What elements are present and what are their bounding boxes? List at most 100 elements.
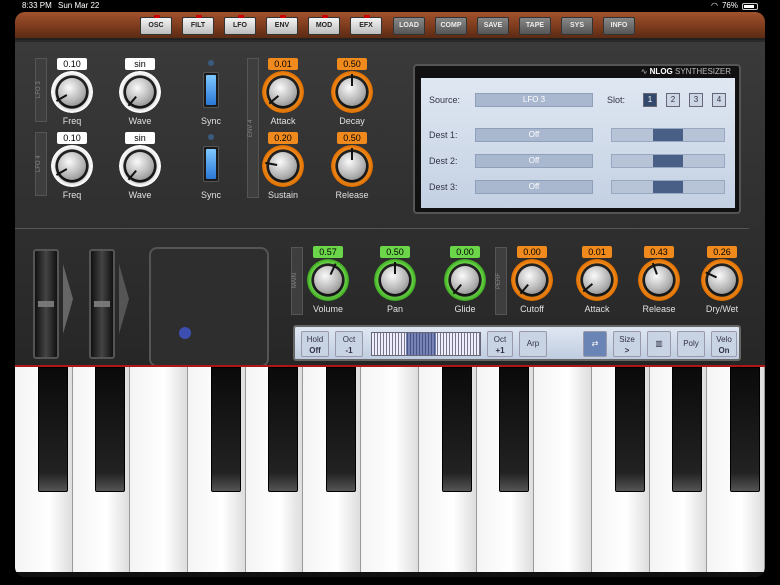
lfo4-sync-switch[interactable] — [203, 146, 219, 182]
drywet-label: Dry/Wet — [705, 304, 739, 314]
env4-attack-knob[interactable] — [262, 71, 304, 113]
env4-sustain-knob[interactable] — [262, 145, 304, 187]
swap-icon[interactable]: ⇄ — [583, 331, 607, 357]
dest-1-select[interactable]: Off — [475, 128, 593, 142]
tab-efx[interactable]: EFX — [350, 15, 382, 35]
black-key[interactable] — [614, 367, 645, 492]
battery-percent: 76% — [721, 1, 738, 10]
tab-osc[interactable]: OSC — [140, 15, 172, 35]
source-select[interactable]: LFO 3 — [475, 93, 593, 107]
perf-attack-value: 0.01 — [582, 246, 612, 258]
dest-2-amount[interactable] — [611, 154, 725, 168]
size-button[interactable]: Size > — [613, 331, 641, 357]
lfo3-label: LFO 3 — [35, 58, 47, 122]
octave-up-button[interactable]: Oct +1 — [487, 331, 513, 357]
mod-wheel[interactable] — [89, 249, 115, 359]
drywet-value: 0.26 — [707, 246, 737, 258]
perf-attack-knob[interactable] — [576, 259, 618, 301]
pan-knob[interactable] — [374, 259, 416, 301]
dest-1-amount[interactable] — [611, 128, 725, 142]
slot-1-button[interactable]: 1 — [643, 93, 657, 107]
perf-attack-label: Attack — [584, 304, 610, 314]
lfo3-sync-switch[interactable] — [203, 72, 219, 108]
drywet-knob[interactable] — [701, 259, 743, 301]
black-key[interactable] — [37, 367, 68, 492]
lfo4-freq-knob[interactable] — [51, 145, 93, 187]
keyboard-range-slider[interactable] — [371, 332, 481, 356]
lfo4-wave-knob[interactable] — [119, 145, 161, 187]
lfo4-wave-value: sin — [125, 132, 155, 144]
env4-sustain-label: Sustain — [267, 190, 299, 200]
black-key[interactable] — [730, 367, 760, 492]
section-divider — [15, 228, 749, 229]
slot-4-button[interactable]: 4 — [712, 93, 726, 107]
black-key[interactable] — [210, 367, 241, 492]
lfo4-freq-value: 0.10 — [57, 132, 87, 144]
cutoff-knob[interactable] — [511, 259, 553, 301]
dest-3-select[interactable]: Off — [475, 180, 593, 194]
env4-decay-knob[interactable] — [331, 71, 373, 113]
piano-keyboard — [15, 367, 765, 577]
glide-knob[interactable] — [444, 259, 486, 301]
slot-3-button[interactable]: 3 — [689, 93, 703, 107]
lfo3-wave-knob[interactable] — [119, 71, 161, 113]
xy-pad-cursor[interactable] — [179, 327, 191, 339]
mod-matrix-screen: ∿ NLOG SYNTHESIZER Source: LFO 3 Slot: 1… — [413, 64, 741, 214]
top-toolbar: OSC FILT LFO ENV MOD EFX LOAD COMP SAVE … — [15, 12, 765, 40]
volume-knob[interactable] — [307, 259, 349, 301]
black-key[interactable] — [326, 367, 357, 492]
cutoff-value: 0.00 — [517, 246, 547, 258]
black-key[interactable] — [268, 367, 299, 492]
perf-release-knob[interactable] — [638, 259, 680, 301]
poly-button[interactable]: Poly — [677, 331, 705, 357]
info-button[interactable]: INFO — [603, 17, 635, 35]
dest-2-select[interactable]: Off — [475, 154, 593, 168]
status-date: Sun Mar 22 — [58, 1, 100, 10]
keyboard-icon[interactable]: ▥ — [647, 331, 671, 357]
pitch-wheel[interactable] — [33, 249, 59, 359]
synth-logo: ∿ NLOG SYNTHESIZER — [640, 67, 731, 76]
hold-button[interactable]: Hold Off — [301, 331, 329, 357]
slot-2-button[interactable]: 2 — [666, 93, 680, 107]
status-bar: 8:33 PM Sun Mar 22 ◠ 76% — [0, 0, 780, 12]
env4-decay-value: 0.50 — [337, 58, 367, 70]
arp-button[interactable]: Arp — [519, 331, 547, 357]
pan-value: 0.50 — [380, 246, 410, 258]
comp-button[interactable]: COMP — [435, 17, 467, 35]
velo-button[interactable]: Velo On — [711, 331, 737, 357]
black-key[interactable] — [95, 367, 126, 492]
black-key[interactable] — [672, 367, 703, 492]
black-key[interactable] — [441, 367, 472, 492]
tab-mod[interactable]: MOD — [308, 15, 340, 35]
tab-env[interactable]: ENV — [266, 15, 298, 35]
tab-lfo[interactable]: LFO — [224, 15, 256, 35]
tab-filt[interactable]: FILT — [182, 15, 214, 35]
env4-attack-label: Attack — [270, 116, 296, 126]
env4-decay-label: Decay — [339, 116, 365, 126]
tape-button[interactable]: TAPE — [519, 17, 551, 35]
black-key[interactable] — [499, 367, 530, 492]
dest-1-label: Dest 1: — [429, 130, 458, 140]
sys-button[interactable]: SYS — [561, 17, 593, 35]
lfo3-freq-knob[interactable] — [51, 71, 93, 113]
white-key[interactable] — [130, 367, 189, 572]
slot-label: Slot: — [607, 95, 626, 105]
octave-down-button[interactable]: Oct -1 — [335, 331, 363, 357]
env4-sustain-value: 0.20 — [268, 132, 298, 144]
status-time: 8:33 PM — [22, 1, 52, 10]
save-button[interactable]: SAVE — [477, 17, 509, 35]
white-key[interactable] — [534, 367, 592, 572]
load-button[interactable]: LOAD — [393, 17, 425, 35]
lfo4-label: LFO 4 — [35, 132, 47, 196]
white-key[interactable] — [361, 367, 419, 572]
mod-wheel-arrow — [119, 264, 129, 334]
glide-value: 0.00 — [450, 246, 480, 258]
lfo3-wave-value: sin — [125, 58, 155, 70]
env4-release-knob[interactable] — [331, 145, 373, 187]
dest-3-amount[interactable] — [611, 180, 725, 194]
xy-pad[interactable] — [149, 247, 269, 367]
lfo4-wave-label: Wave — [128, 190, 152, 200]
source-label: Source: — [429, 95, 461, 105]
battery-icon — [742, 2, 758, 10]
keyboard-control-strip: Hold Off Oct -1 Oct +1 Arp ⇄ Size > ▥ Poly V… — [293, 325, 741, 361]
